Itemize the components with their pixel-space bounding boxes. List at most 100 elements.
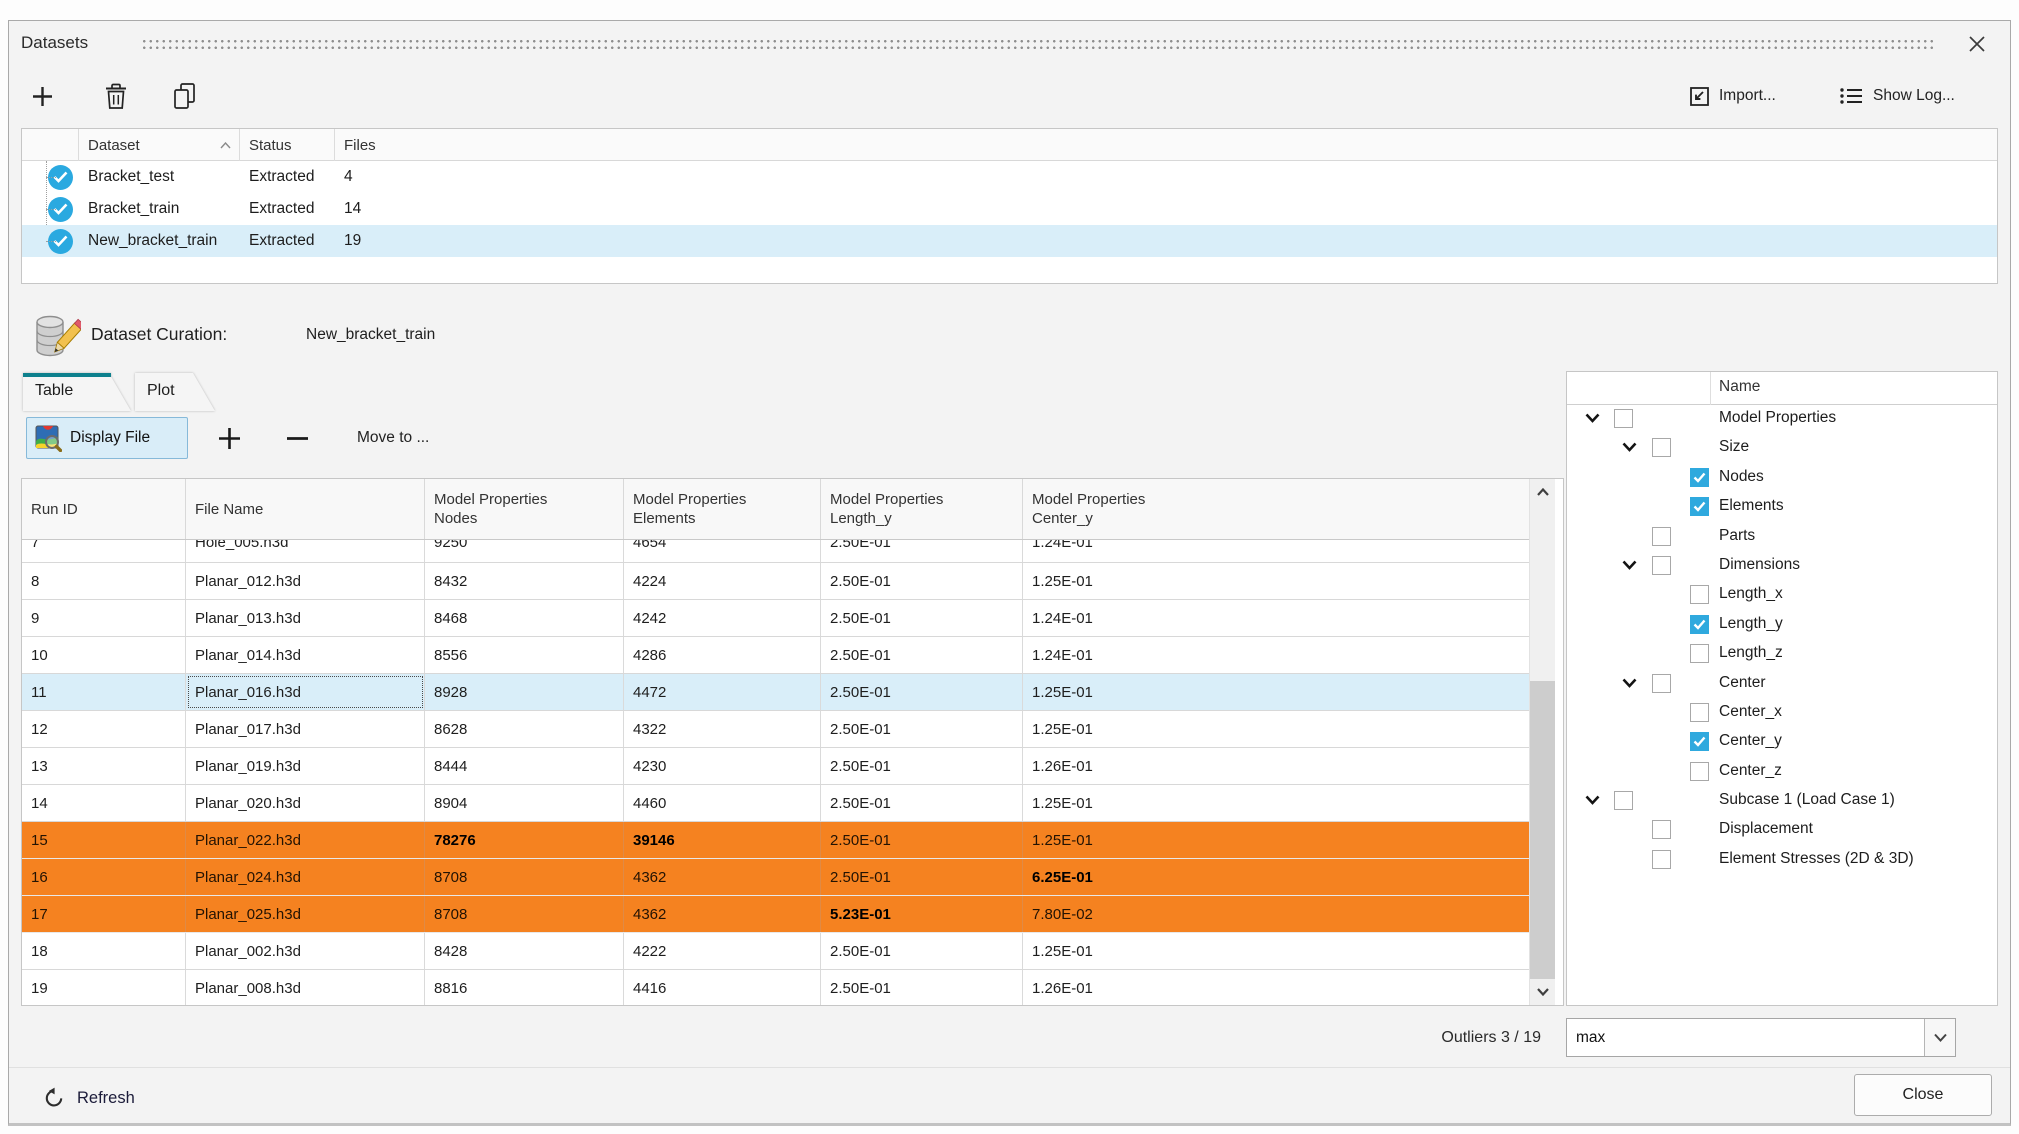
run-cell-elements[interactable]: 4460 bbox=[624, 785, 821, 821]
run-cell-length-y[interactable]: 2.50E-01 bbox=[821, 637, 1023, 673]
run-cell-elements[interactable]: 4230 bbox=[624, 748, 821, 784]
files-column-header[interactable]: Files bbox=[335, 129, 1997, 161]
run-cell-nodes[interactable]: 9250 bbox=[425, 540, 624, 562]
run-cell-nodes[interactable]: 8556 bbox=[425, 637, 624, 673]
checkbox-unchecked[interactable] bbox=[1652, 527, 1671, 546]
run-row[interactable]: 14Planar_020.h3d890444602.50E-011.25E-01 bbox=[22, 785, 1529, 822]
run-cell-file-name[interactable]: Planar_002.h3d bbox=[186, 933, 425, 969]
run-cell-center-y[interactable]: 1.24E-01 bbox=[1023, 637, 1529, 673]
scroll-down-icon[interactable] bbox=[1530, 979, 1555, 1005]
run-cell-nodes[interactable]: 8928 bbox=[425, 674, 624, 710]
status-column-header[interactable]: Status bbox=[240, 129, 335, 161]
run-cell-elements[interactable]: 4654 bbox=[624, 540, 821, 562]
scroll-up-icon[interactable] bbox=[1530, 479, 1555, 505]
run-cell-elements[interactable]: 4224 bbox=[624, 563, 821, 599]
run-cell-center-y[interactable]: 1.25E-01 bbox=[1023, 563, 1529, 599]
run-cell-file-name[interactable]: Planar_008.h3d bbox=[186, 970, 425, 1005]
run-row[interactable]: 7Hole_005.h3d925046542.50E-011.24E-01 bbox=[22, 540, 1529, 563]
run-cell-center-y[interactable]: 1.25E-01 bbox=[1023, 785, 1529, 821]
chevron-down-icon[interactable] bbox=[1622, 560, 1640, 574]
run-cell-run-id[interactable]: 12 bbox=[22, 711, 186, 747]
run-cell-nodes[interactable]: 8428 bbox=[425, 933, 624, 969]
checkbox-checked[interactable] bbox=[1690, 615, 1709, 634]
run-cell-file-name[interactable]: Planar_016.h3d bbox=[186, 674, 425, 710]
run-cell-elements[interactable]: 4222 bbox=[624, 933, 821, 969]
checkbox-unchecked[interactable] bbox=[1652, 674, 1671, 693]
run-cell-nodes[interactable]: 8816 bbox=[425, 970, 624, 1005]
run-cell-file-name[interactable]: Planar_024.h3d bbox=[186, 859, 425, 895]
run-cell-run-id[interactable]: 11 bbox=[22, 674, 186, 710]
run-cell-file-name[interactable]: Planar_022.h3d bbox=[186, 822, 425, 858]
run-row[interactable]: 9Planar_013.h3d846842422.50E-011.24E-01 bbox=[22, 600, 1529, 637]
dataset-row[interactable]: Bracket_testExtracted4 bbox=[22, 161, 1997, 193]
run-row[interactable]: 19Planar_008.h3d881644162.50E-011.26E-01 bbox=[22, 970, 1529, 1005]
run-row[interactable]: 10Planar_014.h3d855642862.50E-011.24E-01 bbox=[22, 637, 1529, 674]
run-cell-file-name[interactable]: Hole_005.h3d bbox=[186, 540, 425, 562]
display-file-button[interactable]: Display File bbox=[26, 417, 188, 459]
tab-table[interactable]: Table bbox=[23, 373, 131, 411]
run-table-column-header[interactable]: Model PropertiesCenter_y bbox=[1023, 479, 1529, 539]
checkbox-unchecked[interactable] bbox=[1690, 762, 1709, 781]
run-cell-center-y[interactable]: 1.26E-01 bbox=[1023, 748, 1529, 784]
run-cell-elements[interactable]: 4472 bbox=[624, 674, 821, 710]
run-table-column-header[interactable]: Model PropertiesNodes bbox=[425, 479, 624, 539]
chevron-down-icon[interactable] bbox=[1622, 678, 1640, 692]
run-row-outlier[interactable]: 15Planar_022.h3d78276391462.50E-011.25E-… bbox=[22, 822, 1529, 859]
scrollbar-thumb[interactable] bbox=[1530, 681, 1555, 979]
run-cell-center-y[interactable]: 6.25E-01 bbox=[1023, 859, 1529, 895]
run-table-column-header[interactable]: File Name bbox=[186, 479, 425, 539]
close-icon[interactable] bbox=[1966, 33, 1988, 55]
run-cell-center-y[interactable]: 7.80E-02 bbox=[1023, 896, 1529, 932]
run-cell-nodes[interactable]: 8628 bbox=[425, 711, 624, 747]
run-cell-length-y[interactable]: 2.50E-01 bbox=[821, 563, 1023, 599]
checkbox-unchecked[interactable] bbox=[1690, 644, 1709, 663]
run-cell-nodes[interactable]: 8904 bbox=[425, 785, 624, 821]
checkbox-checked[interactable] bbox=[1690, 497, 1709, 516]
run-cell-run-id[interactable]: 16 bbox=[22, 859, 186, 895]
chevron-down-icon[interactable] bbox=[1622, 442, 1640, 456]
run-cell-run-id[interactable]: 9 bbox=[22, 600, 186, 636]
run-cell-file-name[interactable]: Planar_017.h3d bbox=[186, 711, 425, 747]
dataset-row[interactable]: New_bracket_trainExtracted19 bbox=[22, 225, 1997, 257]
run-cell-file-name[interactable]: Planar_019.h3d bbox=[186, 748, 425, 784]
checkbox-unchecked[interactable] bbox=[1652, 820, 1671, 839]
run-cell-run-id[interactable]: 13 bbox=[22, 748, 186, 784]
run-cell-nodes[interactable]: 8708 bbox=[425, 859, 624, 895]
dataset-row[interactable]: Bracket_trainExtracted14 bbox=[22, 193, 1997, 225]
run-cell-length-y[interactable]: 2.50E-01 bbox=[821, 711, 1023, 747]
run-table-column-header[interactable]: Model PropertiesLength_y bbox=[821, 479, 1023, 539]
run-cell-length-y[interactable]: 5.23E-01 bbox=[821, 896, 1023, 932]
run-cell-run-id[interactable]: 18 bbox=[22, 933, 186, 969]
run-cell-run-id[interactable]: 14 bbox=[22, 785, 186, 821]
run-cell-run-id[interactable]: 19 bbox=[22, 970, 186, 1005]
run-cell-elements[interactable]: 4416 bbox=[624, 970, 821, 1005]
run-cell-nodes[interactable]: 78276 bbox=[425, 822, 624, 858]
dropdown-arrow-button[interactable] bbox=[1924, 1019, 1955, 1056]
run-cell-center-y[interactable]: 1.24E-01 bbox=[1023, 540, 1529, 562]
import-button[interactable]: Import... bbox=[1689, 79, 1776, 113]
chevron-down-icon[interactable] bbox=[1585, 795, 1603, 809]
duplicate-dataset-button[interactable] bbox=[165, 77, 203, 115]
run-cell-elements[interactable]: 4286 bbox=[624, 637, 821, 673]
run-cell-run-id[interactable]: 8 bbox=[22, 563, 186, 599]
aggregation-dropdown[interactable]: max bbox=[1566, 1018, 1956, 1057]
tab-plot[interactable]: Plot bbox=[135, 373, 215, 411]
dataset-icon-column-header[interactable] bbox=[22, 129, 79, 161]
add-dataset-button[interactable] bbox=[23, 77, 61, 115]
run-cell-nodes[interactable]: 8444 bbox=[425, 748, 624, 784]
run-cell-center-y[interactable]: 1.25E-01 bbox=[1023, 711, 1529, 747]
refresh-button[interactable]: Refresh bbox=[43, 1080, 135, 1116]
run-cell-elements[interactable]: 39146 bbox=[624, 822, 821, 858]
run-cell-nodes[interactable]: 8432 bbox=[425, 563, 624, 599]
run-cell-elements[interactable]: 4322 bbox=[624, 711, 821, 747]
move-to-button[interactable]: Move to ... bbox=[347, 419, 439, 457]
dataset-column-header[interactable]: Dataset bbox=[79, 129, 240, 161]
run-cell-run-id[interactable]: 7 bbox=[22, 540, 186, 562]
delete-dataset-button[interactable] bbox=[97, 77, 135, 115]
run-cell-file-name[interactable]: Planar_012.h3d bbox=[186, 563, 425, 599]
run-cell-center-y[interactable]: 1.24E-01 bbox=[1023, 600, 1529, 636]
run-cell-center-y[interactable]: 1.26E-01 bbox=[1023, 970, 1529, 1005]
run-cell-file-name[interactable]: Planar_025.h3d bbox=[186, 896, 425, 932]
run-table-scrollbar[interactable] bbox=[1529, 479, 1555, 1005]
run-cell-file-name[interactable]: Planar_013.h3d bbox=[186, 600, 425, 636]
